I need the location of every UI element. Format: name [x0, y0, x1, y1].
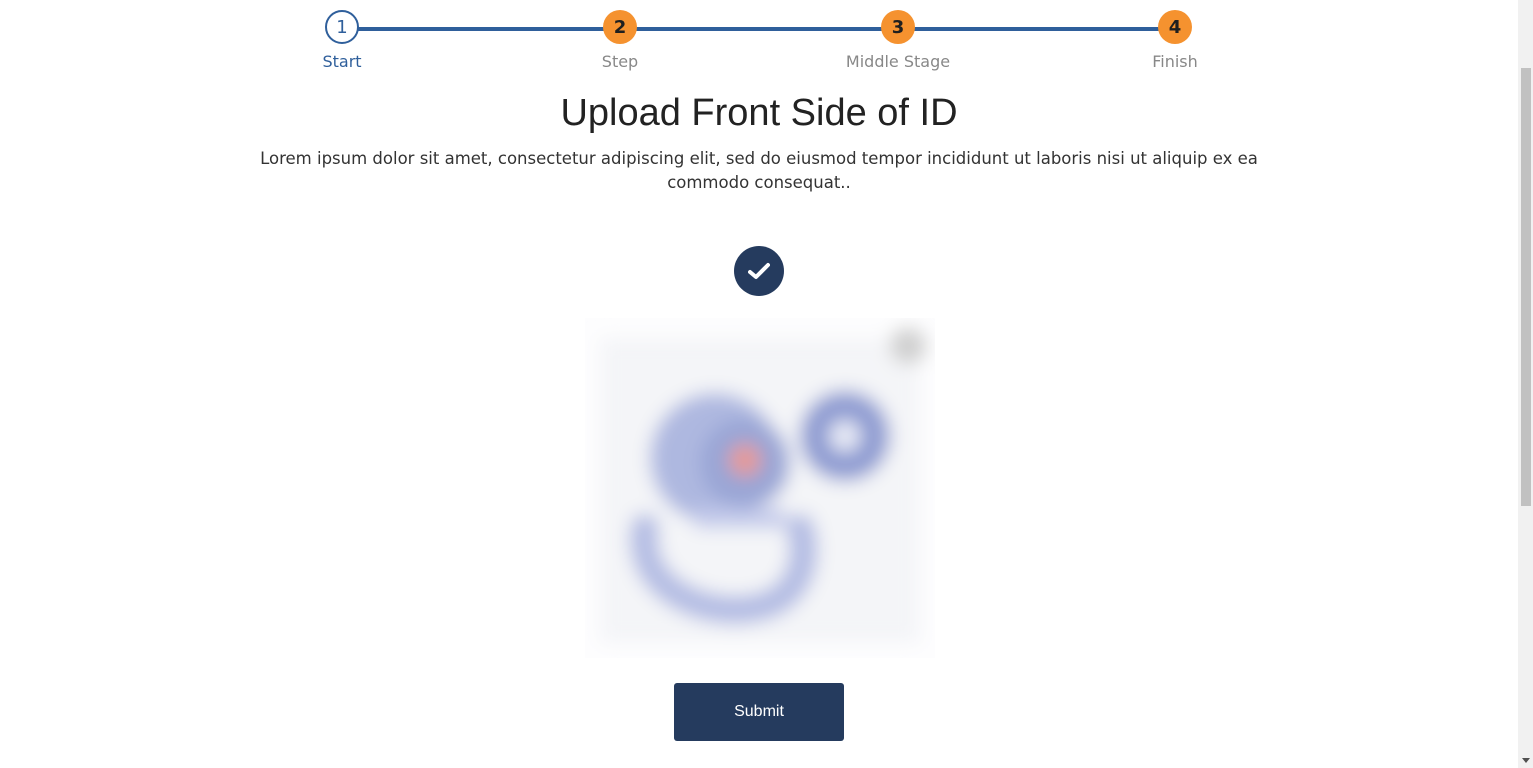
step-label: Middle Stage	[845, 52, 951, 71]
step-step[interactable]: 2 Step	[540, 10, 700, 71]
scrollbar-thumb[interactable]	[1521, 68, 1531, 506]
step-label: Start	[322, 52, 362, 71]
scroll-down-arrow-icon[interactable]	[1522, 758, 1530, 763]
check-icon	[734, 246, 784, 296]
page: 1 Start 2 Step 3 Middle Stage 4 Finish U…	[0, 0, 1533, 768]
page-description: Lorem ipsum dolor sit amet, consectetur …	[260, 149, 1258, 192]
vertical-scrollbar[interactable]	[1518, 0, 1533, 768]
uploaded-image-preview	[585, 318, 935, 658]
step-number: 3	[881, 10, 915, 44]
step-finish[interactable]: 4 Finish	[1095, 10, 1255, 71]
step-number: 2	[603, 10, 637, 44]
step-label: Finish	[1152, 52, 1198, 71]
page-title: Upload Front Side of ID	[560, 92, 958, 134]
step-middle-stage[interactable]: 3 Middle Stage	[818, 10, 978, 71]
step-number: 4	[1158, 10, 1192, 44]
stepper-line	[342, 27, 1176, 31]
submit-button[interactable]: Submit	[674, 683, 844, 741]
step-number: 1	[325, 10, 359, 44]
step-start[interactable]: 1 Start	[262, 10, 422, 71]
progress-stepper: 1 Start 2 Step 3 Middle Stage 4 Finish	[0, 0, 1518, 80]
step-label: Step	[601, 52, 639, 71]
